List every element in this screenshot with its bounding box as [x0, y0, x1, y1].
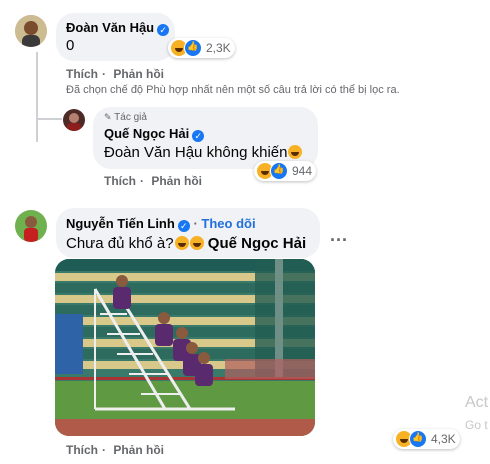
- reply-link[interactable]: Phản hồi: [113, 67, 164, 81]
- like-icon: [184, 39, 202, 57]
- author-badge: ✎ Tác giả: [104, 112, 147, 123]
- reply-link[interactable]: Phản hồi: [151, 174, 202, 188]
- mention-link[interactable]: Quế Ngọc Hải: [208, 235, 306, 252]
- laughing-emoji-icon: [174, 236, 189, 250]
- avatar[interactable]: [15, 15, 47, 47]
- like-link[interactable]: Thích: [104, 174, 136, 188]
- avatar-image: [15, 210, 47, 242]
- badge-label: Tác giả: [114, 112, 147, 123]
- like-icon: [409, 430, 427, 448]
- verified-icon: ✓: [157, 24, 170, 36]
- activation-watermark-line1: Act: [465, 394, 489, 411]
- reply-link[interactable]: Phản hồi: [113, 443, 164, 457]
- comment-author-name: Nguyễn Tiến Linh ✓ · Theo dõi: [66, 216, 256, 232]
- thread-line-curve: [36, 118, 62, 120]
- avatar[interactable]: [63, 109, 85, 131]
- reaction-count: 944: [292, 164, 313, 178]
- activation-watermark-line2: Go t: [465, 418, 488, 432]
- separator: ·: [102, 443, 106, 457]
- stadium-photo: [55, 259, 315, 436]
- comment-text-content: Chưa đủ khổ à?: [66, 235, 174, 252]
- comment-author-name[interactable]: Quế Ngọc Hải ✓: [104, 126, 205, 142]
- comment-actions: Thích · Phản hồi: [66, 67, 168, 81]
- reaction-summary[interactable]: 4,3K: [393, 429, 460, 449]
- verified-icon: ✓: [177, 220, 190, 232]
- follow-link[interactable]: Theo dõi: [201, 216, 255, 231]
- comment-actions: Thích · Phản hồi: [66, 443, 168, 457]
- avatar[interactable]: [15, 210, 47, 242]
- separator: ·: [102, 67, 106, 81]
- like-link[interactable]: Thích: [66, 67, 98, 81]
- thread-line: [36, 52, 38, 142]
- comment-author-name[interactable]: Đoàn Văn Hậu ✓: [66, 20, 170, 36]
- separator: ·: [140, 174, 144, 188]
- filter-note: Đã chọn chế độ Phù hợp nhất nên một số c…: [66, 84, 400, 96]
- author-name-text[interactable]: Đoàn Văn Hậu: [66, 20, 154, 35]
- comment-text: Đoàn Văn Hậu không khiến: [104, 144, 303, 161]
- reaction-summary[interactable]: 2,3K: [168, 38, 235, 58]
- comment-photo[interactable]: [55, 259, 315, 436]
- laughing-emoji-icon: [288, 145, 303, 159]
- avatar-image: [15, 15, 47, 47]
- comment-actions: Thích · Phản hồi: [104, 174, 206, 188]
- author-name-text[interactable]: Quế Ngọc Hải: [104, 126, 189, 141]
- reaction-summary[interactable]: 944: [254, 161, 317, 181]
- avatar-image: [63, 109, 85, 131]
- separator: ·: [193, 216, 198, 231]
- comment-text: Chưa đủ khổ à? Quế Ngọc Hải: [66, 235, 306, 252]
- like-link[interactable]: Thích: [66, 443, 98, 457]
- author-name-text[interactable]: Nguyễn Tiến Linh: [66, 216, 175, 231]
- reaction-count: 2,3K: [206, 41, 231, 55]
- laughing-emoji-icon: [189, 236, 204, 250]
- comment-text-content: Đoàn Văn Hậu không khiến: [104, 144, 288, 161]
- more-options-icon[interactable]: ...: [330, 225, 348, 246]
- badge-icon: ✎: [104, 112, 112, 122]
- like-icon: [270, 162, 288, 180]
- verified-icon: ✓: [192, 130, 205, 142]
- reaction-count: 4,3K: [431, 432, 456, 446]
- comment-text: 0: [66, 37, 75, 54]
